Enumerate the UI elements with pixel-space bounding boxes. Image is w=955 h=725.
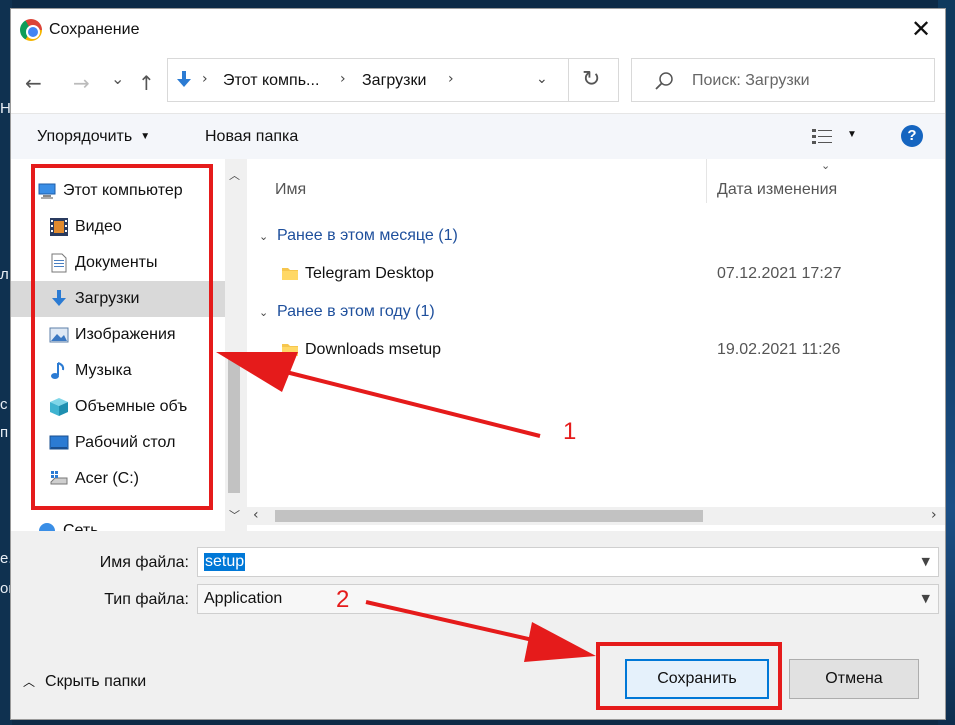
annotation-arrow-1: [285, 370, 541, 438]
annotation-arrow-2: [365, 600, 547, 645]
annotation-arrows: [216, 352, 596, 662]
annotation-arrowhead-2: [524, 622, 596, 662]
annotation-arrowhead-1: [216, 352, 298, 392]
